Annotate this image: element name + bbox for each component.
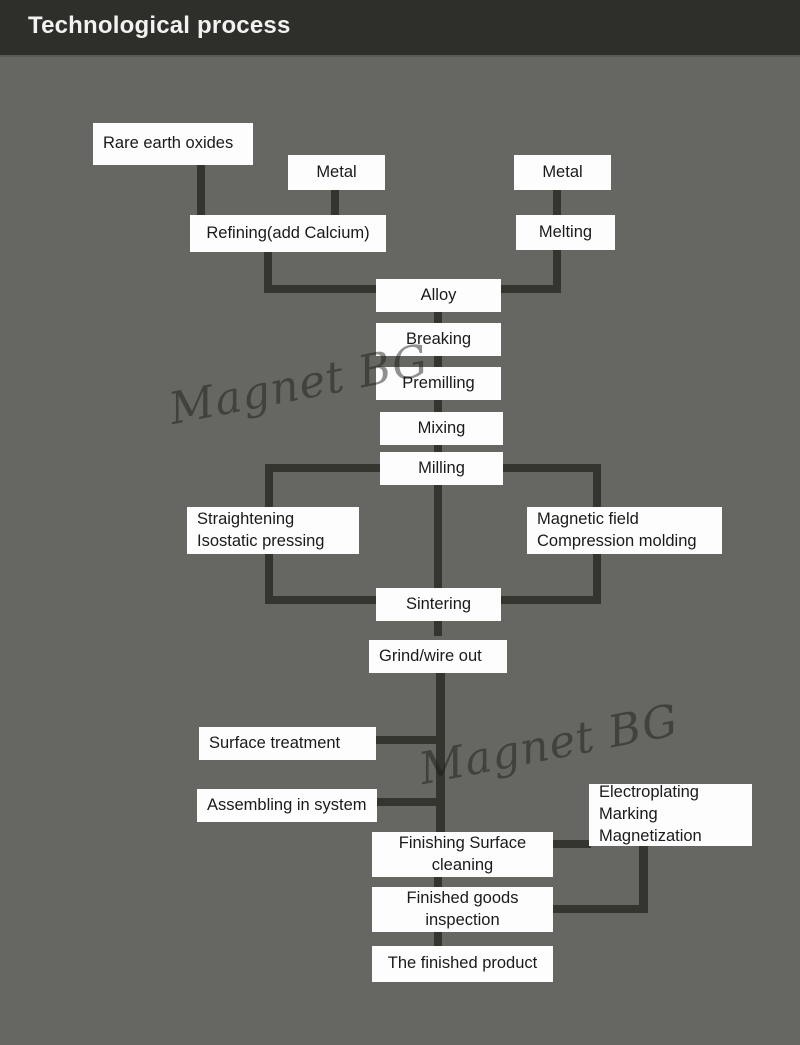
watermark-bottom: Magnet BG [415, 694, 683, 796]
node-metal-left[interactable]: Metal [288, 155, 385, 190]
node-finished-goods-inspection[interactable]: Finished goods inspection [372, 887, 553, 932]
node-metal-right[interactable]: Metal [514, 155, 611, 190]
connector-milling-to-right-branch [495, 464, 601, 472]
node-premilling[interactable]: Premilling [376, 367, 501, 400]
connector-milling-to-sintering [434, 484, 442, 588]
header-bar: Technological process [0, 0, 800, 57]
connector-electroplating-down [639, 844, 648, 913]
connector-finished-goods-to-product [434, 931, 442, 947]
connector-electroplating-to-finished-goods [553, 905, 648, 913]
connector-left-branch-to-sintering [265, 596, 387, 604]
connector-refining-to-alloy [264, 285, 384, 293]
connector-surface-treatment-to-spine [375, 736, 440, 744]
node-surface-treatment[interactable]: Surface treatment [199, 727, 376, 760]
node-electroplating[interactable]: Electroplating Marking Magnetization [589, 783, 752, 846]
connector-metal-right-to-melting [553, 188, 561, 218]
connector-milling-to-left-branch [265, 464, 387, 472]
connector-oxides-to-refining [197, 163, 205, 218]
connector-assembling-to-spine [375, 798, 440, 806]
node-mixing[interactable]: Mixing [380, 412, 503, 445]
node-milling[interactable]: Milling [380, 452, 503, 485]
node-grind-wire-out[interactable]: Grind/wire out [369, 640, 507, 673]
page-title: Technological process [28, 12, 291, 39]
flowchart-canvas: Magnet BG Magnet BG Rare earth oxides Me… [0, 55, 800, 1045]
node-straightening[interactable]: Straightening Isostatic pressing [187, 507, 359, 554]
connector-sintering-to-grind [434, 620, 442, 636]
connector-finishing-to-electroplating [553, 840, 591, 848]
node-refining[interactable]: Refining(add Calcium) [190, 215, 386, 252]
node-rare-earth-oxides[interactable]: Rare earth oxides [93, 123, 253, 165]
connector-grind-to-finishing-spine [436, 672, 445, 835]
node-melting[interactable]: Melting [516, 215, 615, 250]
node-finished-product[interactable]: The finished product [372, 946, 553, 982]
node-magnetic-field[interactable]: Magnetic field Compression molding [527, 507, 722, 554]
node-assembling-in-system[interactable]: Assembling in system [197, 789, 377, 822]
node-breaking[interactable]: Breaking [376, 323, 501, 356]
connector-metal-left-to-refining [331, 188, 339, 218]
node-finishing-surface-cleaning[interactable]: Finishing Surface cleaning [372, 832, 553, 877]
node-alloy[interactable]: Alloy [376, 279, 501, 312]
connector-right-branch-to-sintering [495, 596, 601, 604]
node-sintering[interactable]: Sintering [376, 588, 501, 621]
